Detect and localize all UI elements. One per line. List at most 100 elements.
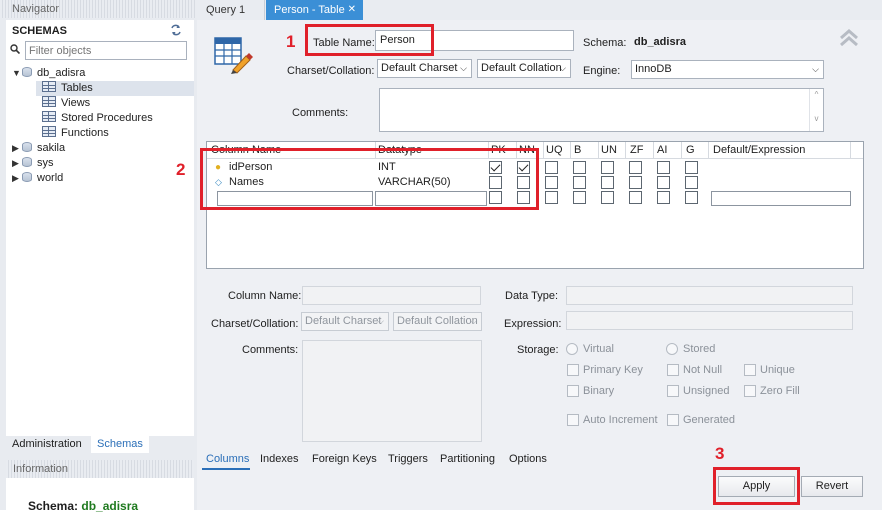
primary-key-label: Primary Key	[583, 364, 643, 376]
annotation-number-1: 1	[286, 32, 296, 51]
annotation-box-apply	[713, 467, 800, 505]
comments-label: Comments:	[292, 107, 349, 119]
un-checkbox[interactable]	[601, 191, 614, 204]
header-b[interactable]: B	[574, 144, 581, 156]
tree-item-label: Functions	[61, 127, 109, 139]
tree-item-label: sys	[37, 157, 54, 169]
zf-checkbox[interactable]	[629, 161, 642, 174]
header-separator	[543, 142, 544, 159]
uq-checkbox[interactable]	[545, 176, 558, 189]
un-checkbox[interactable]	[601, 176, 614, 189]
database-icon	[22, 67, 32, 77]
header-g[interactable]: G	[686, 144, 695, 156]
header-ai[interactable]: AI	[657, 144, 667, 156]
tab-foreign-keys[interactable]: Foreign Keys	[312, 453, 377, 465]
tab-partitioning[interactable]: Partitioning	[440, 453, 495, 465]
tree-item-db-adisra[interactable]: ▼ db_adisra	[12, 66, 85, 81]
g-checkbox[interactable]	[685, 161, 698, 174]
tree-item-sys[interactable]: ▶ sys	[12, 156, 54, 171]
header-separator	[653, 142, 654, 159]
tree-item-sakila[interactable]: ▶ sakila	[12, 141, 65, 156]
tree-item-label: sakila	[37, 142, 66, 154]
unsigned-checkbox	[667, 385, 679, 397]
uq-checkbox[interactable]	[545, 191, 558, 204]
generated-checkbox	[667, 414, 679, 426]
collation-dropdown[interactable]: Default Collation ⌵	[477, 59, 571, 78]
uq-checkbox[interactable]	[545, 161, 558, 174]
un-checkbox[interactable]	[601, 161, 614, 174]
textarea-scrollbar[interactable]: ^ v	[809, 89, 823, 131]
table-comments-textarea[interactable]: ^ v	[379, 88, 824, 132]
b-checkbox[interactable]	[573, 176, 586, 189]
expression-field	[566, 311, 853, 330]
tree-item-views[interactable]: Views	[42, 96, 90, 111]
zf-checkbox[interactable]	[629, 191, 642, 204]
column-charset-dropdown: Default Charset ⌵	[301, 312, 389, 331]
header-uq[interactable]: UQ	[546, 144, 563, 156]
b-checkbox[interactable]	[573, 191, 586, 204]
tab-person-table[interactable]: Person - Table ✕	[266, 0, 363, 20]
b-checkbox[interactable]	[573, 161, 586, 174]
filter-objects-input[interactable]	[26, 42, 186, 59]
header-separator	[625, 142, 626, 159]
tree-item-label: Tables	[61, 82, 93, 94]
header-separator	[598, 142, 599, 159]
not-null-checkbox	[667, 364, 679, 376]
header-un[interactable]: UN	[601, 144, 617, 156]
views-folder-icon	[42, 96, 56, 107]
collapsed-arrow-icon[interactable]: ▶	[12, 171, 22, 186]
functions-folder-icon	[42, 126, 56, 137]
database-icon	[22, 157, 32, 167]
table-editor: Table Name: Person Schema: db_adisra Cha…	[197, 20, 882, 510]
column-comments-field	[302, 340, 482, 442]
new-default-expression-input[interactable]	[711, 191, 851, 206]
dropdown-value: Default Charset	[381, 62, 458, 74]
tab-options[interactable]: Options	[509, 453, 547, 465]
navigator-tabs: Administration Schemas	[6, 436, 194, 453]
charset-dropdown[interactable]: Default Charset ⌵	[377, 59, 472, 78]
tab-indexes[interactable]: Indexes	[260, 453, 299, 465]
data-type-label: Data Type:	[505, 290, 558, 302]
tree-item-stored-procedures[interactable]: Stored Procedures	[42, 111, 153, 126]
tab-administration[interactable]: Administration	[6, 436, 88, 453]
collapsed-arrow-icon[interactable]: ▶	[12, 156, 22, 171]
stored-label: Stored	[683, 343, 716, 355]
info-schema-value: db_adisra	[81, 499, 139, 513]
tab-query-1[interactable]: Query 1	[197, 0, 265, 20]
annotation-box-table-name	[305, 24, 434, 56]
engine-dropdown[interactable]: InnoDB ⌵	[631, 60, 824, 79]
collapse-chevrons-icon[interactable]	[838, 27, 860, 49]
active-tab-underline	[202, 468, 250, 470]
refresh-icon[interactable]	[169, 24, 183, 36]
primary-key-checkbox	[567, 364, 579, 376]
g-checkbox[interactable]	[685, 191, 698, 204]
zero-fill-checkbox	[744, 385, 756, 397]
header-default-expression[interactable]: Default/Expression	[713, 144, 805, 156]
tree-item-label: db_adisra	[37, 67, 86, 79]
tree-item-world[interactable]: ▶ world	[12, 171, 63, 186]
close-icon[interactable]: ✕	[348, 0, 356, 20]
tree-item-tables[interactable]: Tables	[42, 81, 93, 96]
tree-item-functions[interactable]: Functions	[42, 126, 109, 141]
header-zf[interactable]: ZF	[630, 144, 643, 156]
g-checkbox[interactable]	[685, 176, 698, 189]
auto-increment-checkbox	[567, 414, 579, 426]
tab-columns[interactable]: Columns	[206, 453, 249, 465]
table-editor-icon	[213, 36, 253, 74]
ai-checkbox[interactable]	[657, 176, 670, 189]
tab-schemas[interactable]: Schemas	[91, 436, 149, 453]
ai-checkbox[interactable]	[657, 161, 670, 174]
zf-checkbox[interactable]	[629, 176, 642, 189]
collapsed-arrow-icon[interactable]: ▶	[12, 141, 22, 156]
tables-folder-icon	[42, 81, 56, 92]
information-panel: Schema: db_adisra	[6, 478, 194, 513]
expanded-arrow-icon[interactable]: ▼	[12, 66, 22, 81]
generated-label: Generated	[683, 414, 735, 426]
editor-tab-bar: Query 1 Person - Table ✕	[197, 0, 882, 20]
tab-triggers[interactable]: Triggers	[388, 453, 428, 465]
schemas-panel: SCHEMAS ▼db_adisra Tables Views Stored P	[6, 20, 194, 436]
header-separator	[708, 142, 709, 159]
ai-checkbox[interactable]	[657, 191, 670, 204]
revert-button[interactable]: Revert	[801, 476, 863, 497]
column-collation-dropdown: Default Collation ⌵	[393, 312, 482, 331]
